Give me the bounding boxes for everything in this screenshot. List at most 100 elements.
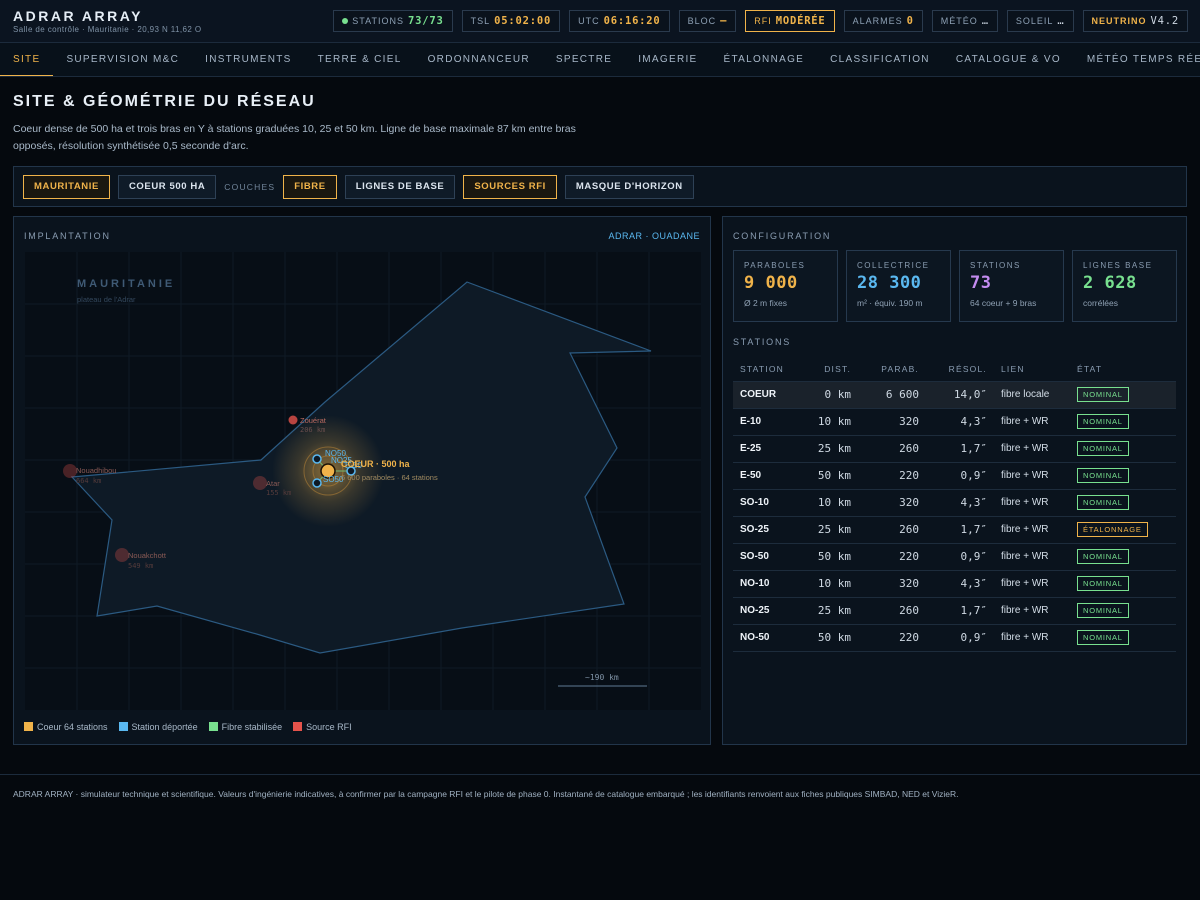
map-svg[interactable]: NO50 NO25 E-50 SO50 COEUR · 500 ha 6 600…: [25, 252, 701, 710]
metric-cards: PARABOLES 9 000 Ø 2 m fixes COLLECTRICE 28 3…: [733, 250, 1177, 322]
stations-table: STATION DIST. PARAB. RÉSOL. LIEN ÉTAT CO…: [733, 357, 1176, 652]
tab-1[interactable]: SITE: [0, 43, 54, 76]
cell-dist: 10 km: [803, 408, 858, 436]
layer-toggle-3[interactable]: SOURCES RFI: [463, 174, 557, 199]
metric-label: LIGNES BASE: [1083, 261, 1153, 270]
cell-lien: fibre + WR: [994, 624, 1070, 652]
table-row[interactable]: E-50 50 km 220 0,9″ fibre + WR NOMINAL: [733, 462, 1176, 490]
station-marker-so[interactable]: [312, 478, 322, 488]
cell-station: NO-50: [733, 624, 803, 652]
status-label: NEUTRINO: [1091, 16, 1147, 26]
cell-resol: 14,0″: [926, 381, 994, 409]
cell-station: SO-10: [733, 489, 803, 517]
tab-7[interactable]: IMAGERIE: [625, 43, 710, 76]
layer-toggle-4[interactable]: MASQUE D'HORIZON: [564, 174, 694, 199]
tab-6[interactable]: SPECTRE: [543, 43, 625, 76]
cell-station: COEUR: [733, 381, 803, 409]
core-button[interactable]: COEUR 500 HA: [117, 174, 217, 199]
footer-divider: [0, 774, 1200, 775]
cell-etat: NOMINAL: [1070, 597, 1176, 625]
col-etat: ÉTAT: [1070, 357, 1176, 382]
app-subtitle: Salle de contrôle · Mauritanie · 20,93 N…: [13, 25, 202, 34]
layer-toggle-1[interactable]: FIBRE: [283, 174, 337, 199]
table-row[interactable]: E-25 25 km 260 1,7″ fibre + WR NOMINAL: [733, 435, 1176, 463]
tab-3[interactable]: INSTRUMENTS: [192, 43, 305, 76]
cell-etat: NOMINAL: [1070, 624, 1176, 652]
status-pill-tsl[interactable]: TSL 05:02:00: [461, 10, 561, 32]
map-canvas[interactable]: NO50 NO25 E-50 SO50 COEUR · 500 ha 6 600…: [25, 252, 701, 710]
table-row[interactable]: SO-25 25 km 260 1,7″ fibre + WR ÉTALONNAGE: [733, 516, 1176, 544]
map-location: ADRAR · OUADANE: [608, 231, 700, 241]
table-row[interactable]: E-10 10 km 320 4,3″ fibre + WR NOMINAL: [733, 408, 1176, 436]
layer-toggle-2[interactable]: LIGNES DE BASE: [344, 174, 456, 199]
status-value: …: [1057, 15, 1065, 27]
status-pill-rfi[interactable]: RFI MODÉRÉE: [745, 10, 835, 32]
metric-label: STATIONS: [970, 261, 1021, 270]
cell-lien: fibre + WR: [994, 516, 1070, 544]
status-badge: ÉTALONNAGE: [1077, 522, 1148, 537]
legend-item: Source RFI: [293, 722, 352, 732]
status-label: BLOC: [687, 16, 717, 26]
legend-swatch: [24, 722, 33, 731]
cell-dist: 25 km: [803, 435, 858, 463]
rfi-source-nouadhibou[interactable]: [63, 464, 77, 478]
tab-8[interactable]: ÉTALONNAGE: [711, 43, 818, 76]
city-dist-nouakchott: 549 km: [128, 562, 153, 570]
table-row[interactable]: NO-25 25 km 260 1,7″ fibre + WR NOMINAL: [733, 597, 1176, 625]
cell-resol: 1,7″: [926, 597, 994, 625]
status-pill-stations[interactable]: STATIONS 73/73: [333, 10, 453, 32]
status-pill-utc[interactable]: UTC 06:16:20: [569, 10, 670, 32]
metric-value: 28 300: [857, 273, 922, 293]
col-resol: RÉSOL.: [926, 357, 994, 382]
status-value: …: [981, 15, 989, 27]
cell-resol: 4,3″: [926, 570, 994, 598]
table-row[interactable]: NO-10 10 km 320 4,3″ fibre + WR NOMINAL: [733, 570, 1176, 598]
app-title: ADRAR ARRAY: [13, 8, 143, 24]
cell-parab: 320: [858, 570, 926, 598]
station-marker-no[interactable]: [312, 454, 322, 464]
table-row[interactable]: NO-50 50 km 220 0,9″ fibre + WR NOMINAL: [733, 624, 1176, 652]
cell-station: E-10: [733, 408, 803, 436]
tab-2[interactable]: SUPERVISION M&C: [53, 43, 192, 76]
legend-label: Fibre stabilisée: [221, 722, 283, 732]
status-badge: NOMINAL: [1077, 387, 1129, 402]
city-dist-zouerat: 206 km: [300, 426, 325, 434]
rfi-source-atar[interactable]: [253, 476, 267, 490]
status-badge: NOMINAL: [1077, 549, 1129, 564]
legend-swatch: [293, 722, 303, 731]
cell-resol: 4,3″: [926, 408, 994, 436]
cell-station: SO-25: [733, 516, 803, 544]
status-pill-météo[interactable]: MÉTÉO…: [931, 10, 998, 32]
cell-lien: fibre + WR: [994, 462, 1070, 490]
tab-9[interactable]: CLASSIFICATION: [817, 43, 943, 76]
tab-11[interactable]: MÉTÉO TEMPS RÉEL: [1074, 43, 1200, 76]
legend-item: Station déportée: [118, 722, 198, 732]
rfi-source-nouakchott[interactable]: [115, 548, 129, 562]
status-badge: NOMINAL: [1077, 495, 1129, 510]
metric-value: 73: [970, 273, 992, 293]
status-pill-soleil[interactable]: SOLEIL…: [1006, 10, 1074, 32]
tab-5[interactable]: ORDONNANCEUR: [415, 43, 543, 76]
city-dist-nouadhibou: 664 km: [76, 477, 101, 485]
region-button[interactable]: MAURITANIE: [23, 174, 110, 199]
rfi-source-zouerat[interactable]: [288, 415, 298, 425]
cell-etat: NOMINAL: [1070, 435, 1176, 463]
table-row[interactable]: SO-10 10 km 320 4,3″ fibre + WR NOMINAL: [733, 489, 1176, 517]
status-pill-bloc[interactable]: BLOC —: [678, 10, 737, 32]
legend-item: Coeur 64 stations: [24, 722, 108, 732]
tab-4[interactable]: TERRE & CIEL: [305, 43, 415, 76]
table-row[interactable]: SO-50 50 km 220 0,9″ fibre + WR NOMINAL: [733, 543, 1176, 571]
cell-etat: NOMINAL: [1070, 408, 1176, 436]
status-pill-neutrino[interactable]: NEUTRINO V4.2: [1082, 10, 1188, 32]
top-bar: ADRAR ARRAY Salle de contrôle · Mauritan…: [0, 0, 1200, 43]
table-row[interactable]: COEUR 0 km 6 600 14,0″ fibre locale NOMINAL: [733, 381, 1176, 409]
configuration-panel: CONFIGURATION PARABOLES 9 000 Ø 2 m fixes C…: [722, 216, 1187, 745]
status-pill-alarmes[interactable]: ALARMES 0: [843, 10, 923, 32]
cell-etat: NOMINAL: [1070, 489, 1176, 517]
cell-parab: 260: [858, 516, 926, 544]
city-name-atar: Atar: [266, 479, 280, 488]
tab-10[interactable]: CATALOGUE & VO: [943, 43, 1074, 76]
cell-etat: ÉTALONNAGE: [1070, 516, 1176, 544]
metric-card-stations: STATIONS 73 64 coeur + 9 bras: [959, 250, 1064, 322]
cell-dist: 10 km: [803, 570, 858, 598]
